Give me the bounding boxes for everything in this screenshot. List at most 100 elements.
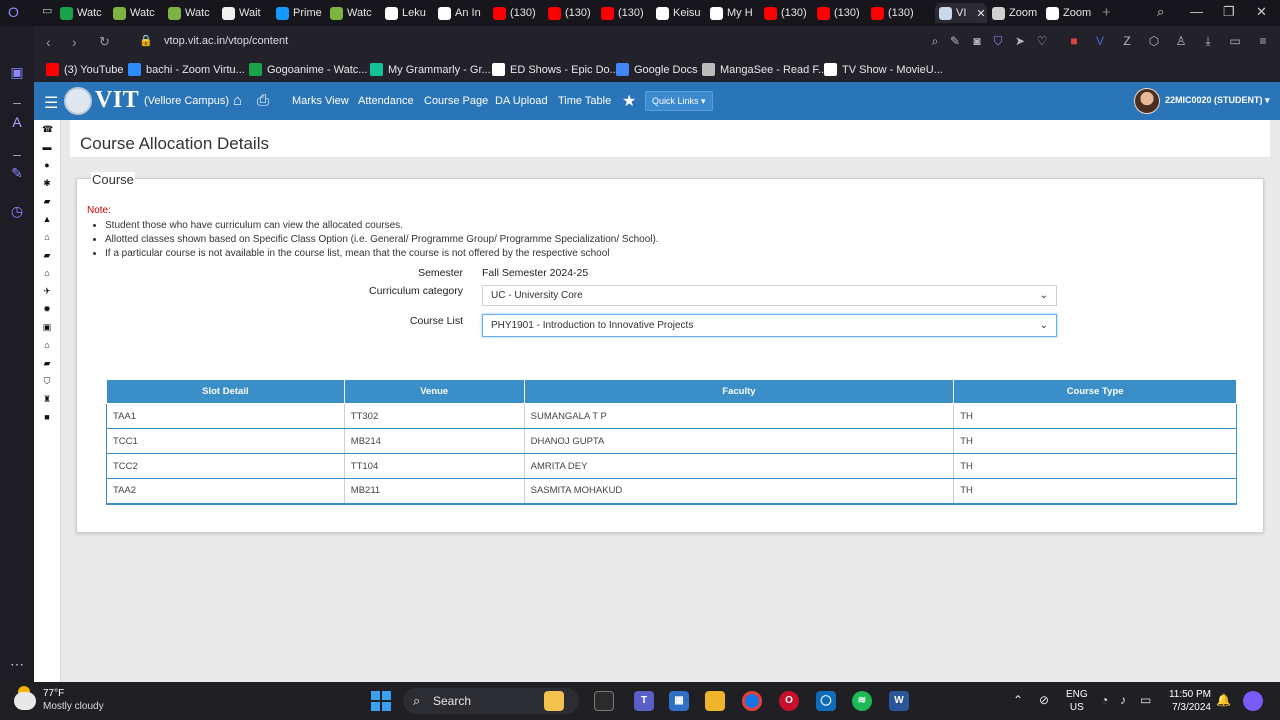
- browser-tab[interactable]: (130): [817, 3, 867, 23]
- browser-tab[interactable]: Zoom: [1046, 3, 1092, 23]
- battery-icon[interactable]: ▭: [1140, 693, 1151, 707]
- file-explorer-icon[interactable]: [705, 691, 725, 711]
- url-field[interactable]: vtop.vit.ac.in/vtop/content: [164, 35, 288, 47]
- store-icon[interactable]: ▦: [669, 691, 689, 711]
- bookmark-item[interactable]: MangaSee - Read F...: [702, 63, 827, 76]
- browser-tab[interactable]: Zoom: [992, 3, 1040, 23]
- extension-red-icon[interactable]: ■: [1067, 34, 1081, 48]
- vit-logo[interactable]: VIT: [95, 87, 139, 114]
- institution-icon[interactable]: ⌂: [42, 268, 52, 278]
- graduation-cap-icon[interactable]: ▲: [42, 214, 52, 224]
- search-highlight-icon[interactable]: [544, 691, 564, 711]
- browser-tab[interactable]: Wait: [222, 3, 272, 23]
- browser-tab[interactable]: My H: [710, 3, 760, 23]
- edit-icon[interactable]: ✎: [948, 34, 962, 48]
- browser-tab[interactable]: VI ✕: [935, 3, 987, 23]
- workspace-icon[interactable]: ▣: [9, 64, 25, 80]
- info-icon[interactable]: ●: [42, 160, 52, 170]
- tab-search-icon[interactable]: ⌕: [1157, 4, 1164, 20]
- more-icon[interactable]: ⋯: [9, 656, 25, 672]
- app-blue-icon[interactable]: ◯: [816, 691, 836, 711]
- close-window-icon[interactable]: ✕: [1256, 4, 1267, 20]
- bookmark-item[interactable]: My Grammarly - Gr...: [370, 63, 491, 76]
- close-tab-icon[interactable]: ✕: [976, 7, 985, 20]
- shield-icon[interactable]: ⛉: [42, 376, 52, 386]
- wifi-icon[interactable]: ◔: [1101, 693, 1108, 707]
- browser-tab[interactable]: Watc: [330, 3, 380, 23]
- browser-tab[interactable]: (130): [493, 3, 543, 23]
- menu-icon[interactable]: ≡: [1256, 34, 1270, 48]
- browser-tab[interactable]: An In: [438, 3, 488, 23]
- task-view-icon[interactable]: [594, 691, 614, 711]
- gear-icon[interactable]: ✹: [42, 304, 52, 314]
- nav-time-table[interactable]: Time Table: [558, 95, 611, 107]
- plane-icon[interactable]: ✈: [42, 286, 52, 296]
- shield-icon[interactable]: ⛉: [991, 34, 1005, 48]
- edit-note-icon[interactable]: ✎: [9, 165, 25, 181]
- camera-icon[interactable]: ◙: [970, 34, 984, 48]
- spotify-icon[interactable]: ≋: [852, 691, 872, 711]
- star-icon[interactable]: ★: [622, 91, 636, 111]
- back-icon[interactable]: ‹: [46, 34, 51, 50]
- browser-tab[interactable]: Watc: [113, 3, 163, 23]
- book-icon[interactable]: ▰: [42, 196, 52, 206]
- browser-tab[interactable]: Prime: [276, 3, 326, 23]
- word-icon[interactable]: W: [889, 691, 909, 711]
- battery-icon[interactable]: ▭: [1228, 34, 1242, 48]
- browser-tab[interactable]: Keisu: [656, 3, 706, 23]
- new-tab-icon[interactable]: +: [1102, 4, 1111, 21]
- trophy-icon[interactable]: ♜: [42, 394, 52, 404]
- print-icon[interactable]: ⎙: [257, 92, 269, 109]
- extension-cube-icon[interactable]: ⬡: [1147, 34, 1161, 48]
- book-icon[interactable]: ▰: [42, 250, 52, 260]
- avatar[interactable]: [1134, 88, 1160, 114]
- account-icon[interactable]: ♙: [1174, 34, 1188, 48]
- bookmark-item[interactable]: Google Docs: [616, 63, 698, 76]
- language-indicator[interactable]: ENG US: [1066, 688, 1088, 714]
- restore-icon[interactable]: ❐: [1223, 4, 1235, 20]
- chevron-up-icon[interactable]: ⌃: [1013, 693, 1023, 707]
- reload-icon[interactable]: ↻: [99, 34, 110, 50]
- bookmark-item[interactable]: (3) YouTube: [46, 63, 124, 76]
- network-off-icon[interactable]: ⊘: [1039, 693, 1049, 707]
- forward-icon[interactable]: ›: [72, 34, 77, 50]
- windows-start-icon[interactable]: [371, 691, 391, 711]
- tab-menu-icon[interactable]: ▭: [42, 4, 52, 17]
- nav-marks-view[interactable]: Marks View: [292, 95, 349, 107]
- institution-icon[interactable]: ⌂: [42, 232, 52, 242]
- nav-course-page[interactable]: Course Page: [424, 95, 488, 107]
- history-icon[interactable]: ◷: [9, 203, 25, 219]
- bookmark-item[interactable]: bachi - Zoom Virtu...: [128, 63, 245, 76]
- teams-icon[interactable]: T: [634, 691, 654, 711]
- extension-z-icon[interactable]: Z: [1120, 34, 1134, 48]
- book-icon[interactable]: ▰: [42, 358, 52, 368]
- quick-links-button[interactable]: Quick Links ▾: [645, 91, 713, 111]
- zoom-search-icon[interactable]: ⌕: [928, 34, 942, 48]
- briefcase-icon[interactable]: ▬: [42, 142, 52, 152]
- opera-menu-icon[interactable]: O: [8, 4, 19, 20]
- home-icon[interactable]: ⌂: [42, 340, 52, 350]
- paw-icon[interactable]: ✱: [42, 178, 52, 188]
- money-icon[interactable]: ▣: [42, 322, 52, 332]
- phone-icon[interactable]: ☎: [42, 124, 53, 134]
- browser-tab[interactable]: (130): [764, 3, 814, 23]
- browser-tab[interactable]: (130): [871, 3, 921, 23]
- browser-tab[interactable]: (130): [548, 3, 598, 23]
- copilot-icon[interactable]: [1243, 691, 1263, 711]
- chrome-icon[interactable]: [742, 691, 762, 711]
- bookmark-item[interactable]: TV Show - MovieU...: [824, 63, 943, 76]
- course-list-select[interactable]: PHY1901 - Introduction to Innovative Pro…: [482, 314, 1057, 337]
- volume-icon[interactable]: ♪: [1120, 693, 1126, 707]
- minimize-icon[interactable]: —: [1190, 4, 1203, 19]
- clock[interactable]: 11:50 PM 7/3/2024: [1163, 688, 1211, 714]
- extension-vit-icon[interactable]: V: [1093, 34, 1107, 48]
- user-menu[interactable]: 22MIC0020 (STUDENT) ▾: [1165, 95, 1270, 106]
- download-icon[interactable]: ⤓: [1201, 34, 1215, 48]
- nav-attendance[interactable]: Attendance: [358, 95, 414, 107]
- weather-condition[interactable]: Mostly cloudy: [43, 701, 104, 712]
- weather-cloud-icon[interactable]: [14, 692, 36, 710]
- browser-tab[interactable]: Watc: [168, 3, 218, 23]
- bookmark-item[interactable]: ED Shows - Epic Do...: [492, 63, 619, 76]
- curriculum-category-select[interactable]: UC - University Core ⌄: [482, 285, 1057, 306]
- weather-temp[interactable]: 77°F: [43, 688, 64, 699]
